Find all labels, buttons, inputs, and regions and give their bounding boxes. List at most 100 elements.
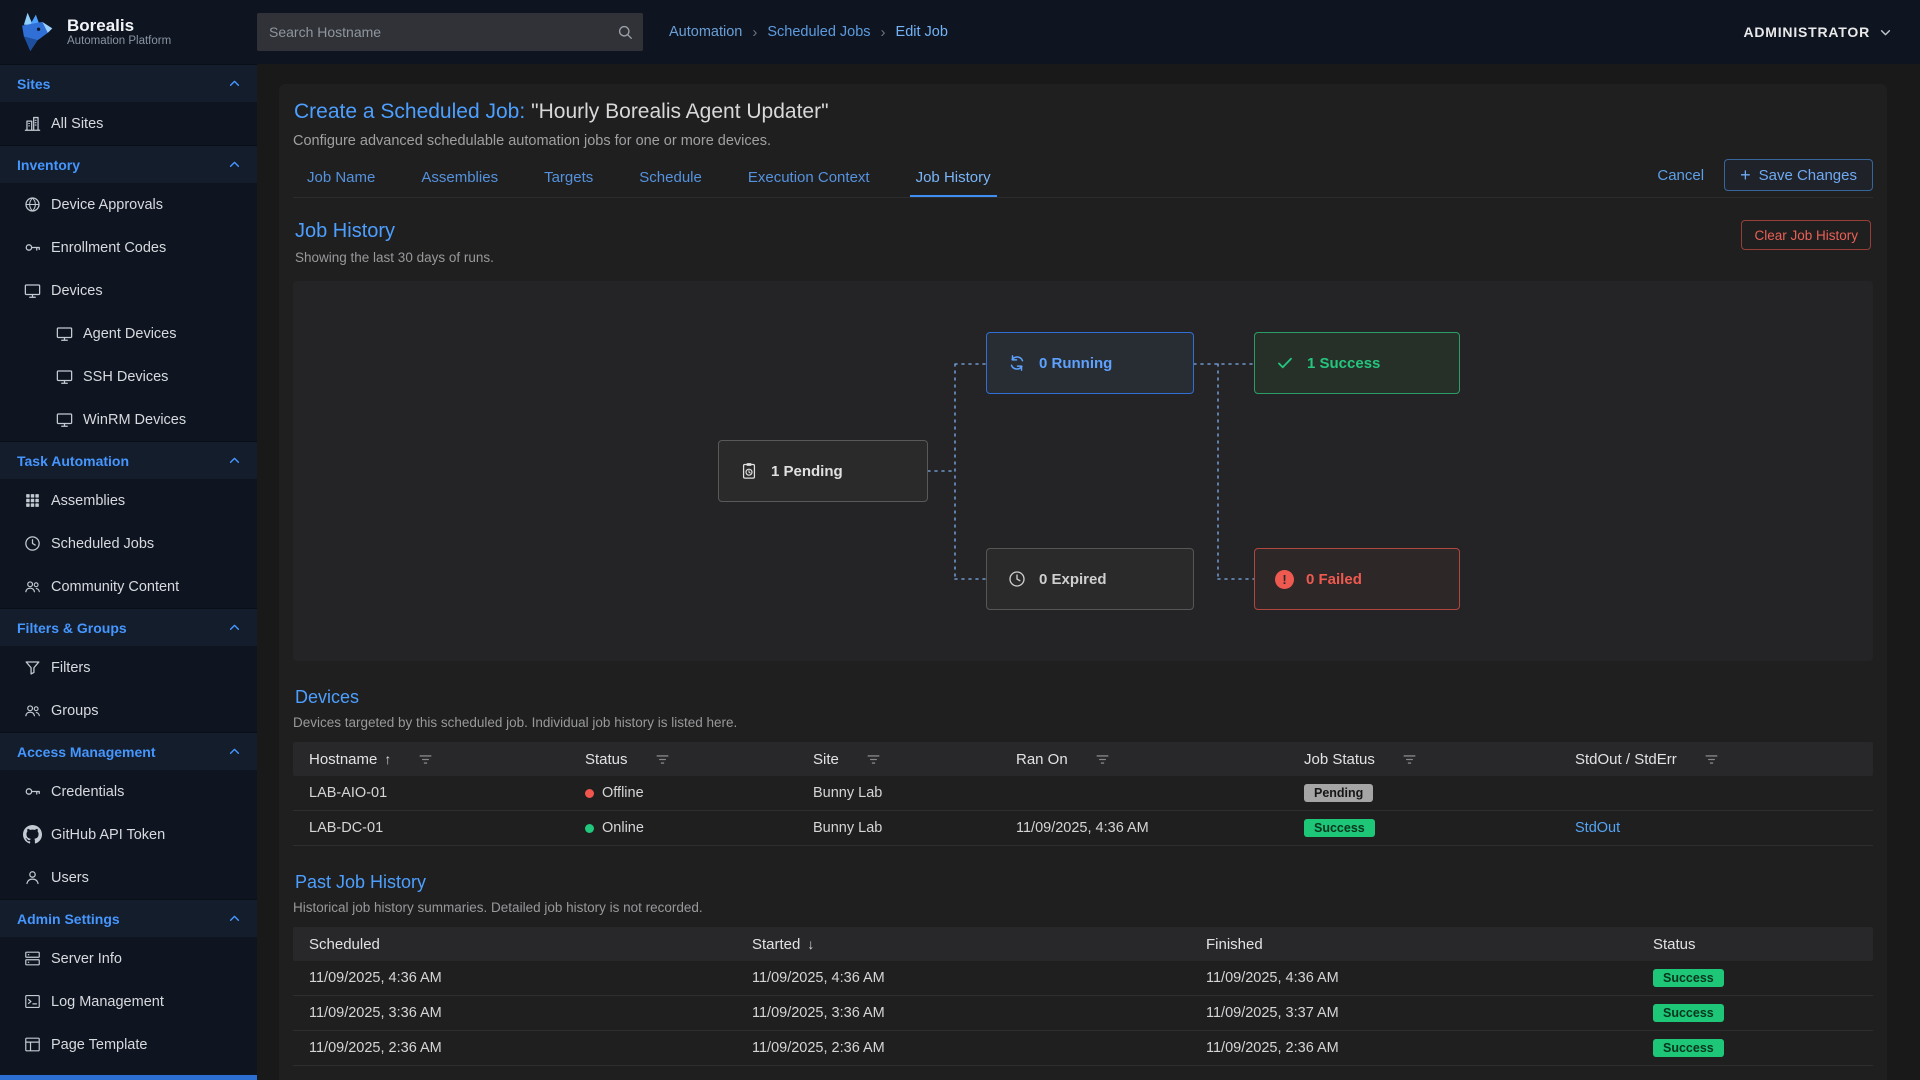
finished-cell: 11/09/2025, 3:37 AM bbox=[1190, 1005, 1637, 1021]
tab-job-name[interactable]: Job Name bbox=[301, 160, 381, 197]
flow-node-pending[interactable]: 1 Pending bbox=[718, 440, 928, 502]
clock-icon bbox=[1007, 569, 1027, 589]
globe-icon bbox=[23, 195, 42, 214]
sidebar-item-assemblies[interactable]: Assemblies bbox=[0, 479, 257, 522]
sidebar-item-enrollment-codes[interactable]: Enrollment Codes bbox=[0, 226, 257, 269]
device-row: LAB-AIO-01 Offline Bunny Lab Pending bbox=[293, 776, 1873, 811]
sidebar-item-devices[interactable]: Devices bbox=[0, 269, 257, 312]
sidebar-section-task-automation[interactable]: Task Automation bbox=[0, 441, 257, 479]
sidebar-item-all-sites[interactable]: All Sites bbox=[0, 102, 257, 145]
borealis-logo-icon bbox=[12, 10, 56, 54]
started-cell: 11/09/2025, 4:36 AM bbox=[736, 970, 1190, 986]
people-icon bbox=[23, 701, 42, 720]
sidebar-section-inventory[interactable]: Inventory bbox=[0, 145, 257, 183]
clear-job-history-button[interactable]: Clear Job History bbox=[1741, 220, 1871, 250]
sort-desc-icon[interactable]: ↓ bbox=[807, 936, 814, 952]
column-job-status[interactable]: Job Status bbox=[1288, 751, 1559, 768]
sidebar-item-log-management[interactable]: Log Management bbox=[0, 980, 257, 1023]
breadcrumb-automation[interactable]: Automation bbox=[669, 24, 742, 40]
sidebar-item-users[interactable]: Users bbox=[0, 856, 257, 899]
sidebar-item-github-api-token[interactable]: GitHub API Token bbox=[0, 813, 257, 856]
chevron-up-icon bbox=[226, 619, 243, 636]
devices-table-header: Hostname ↑ Status Site Ran On bbox=[293, 742, 1873, 776]
sidebar-section-filters-groups[interactable]: Filters & Groups bbox=[0, 608, 257, 646]
filter-list-icon[interactable] bbox=[1703, 751, 1720, 768]
filter-list-icon[interactable] bbox=[1401, 751, 1418, 768]
column-stdout-stderr[interactable]: StdOut / StdErr bbox=[1559, 751, 1873, 768]
chevron-separator-icon: › bbox=[881, 24, 886, 41]
sidebar-section-access-management[interactable]: Access Management bbox=[0, 732, 257, 770]
monitor-icon bbox=[55, 410, 74, 429]
status-cell: Success bbox=[1637, 1039, 1873, 1057]
ran-on-cell: 11/09/2025, 4:36 AM bbox=[1000, 820, 1288, 836]
sidebar-item-credentials[interactable]: Credentials bbox=[0, 770, 257, 813]
column-finished[interactable]: Finished bbox=[1190, 936, 1637, 953]
item-label: Server Info bbox=[51, 951, 122, 967]
tab-execution-context[interactable]: Execution Context bbox=[742, 160, 876, 197]
main-content: Create a Scheduled Job:"Hourly Borealis … bbox=[257, 64, 1920, 1080]
column-scheduled[interactable]: Scheduled bbox=[293, 936, 736, 953]
tab-assemblies[interactable]: Assemblies bbox=[415, 160, 504, 197]
sidebar-item-server-info[interactable]: Server Info bbox=[0, 937, 257, 980]
section-label: Access Management bbox=[17, 744, 156, 760]
tab-targets[interactable]: Targets bbox=[538, 160, 599, 197]
column-ran-on[interactable]: Ran On bbox=[1000, 751, 1288, 768]
save-changes-button[interactable]: + Save Changes bbox=[1724, 159, 1873, 191]
site-cell: Bunny Lab bbox=[797, 820, 1000, 836]
chevron-up-icon bbox=[226, 743, 243, 760]
tab-job-history[interactable]: Job History bbox=[910, 160, 997, 197]
filter-list-icon[interactable] bbox=[654, 751, 671, 768]
topbar: Borealis Automation Platform Automation … bbox=[0, 0, 1920, 64]
sidebar-item-agent-devices[interactable]: Agent Devices bbox=[0, 312, 257, 355]
flow-node-expired[interactable]: 0 Expired bbox=[986, 548, 1194, 610]
sidebar-section-sites[interactable]: Sites bbox=[0, 64, 257, 102]
item-label: Filters bbox=[51, 660, 90, 676]
stdout-link[interactable]: StdOut bbox=[1575, 820, 1620, 836]
sidebar-item-winrm-devices[interactable]: WinRM Devices bbox=[0, 398, 257, 441]
devices-description: Devices targeted by this scheduled job. … bbox=[293, 715, 1873, 730]
buildings-icon bbox=[23, 114, 42, 133]
flow-node-running[interactable]: 0 Running bbox=[986, 332, 1194, 394]
person-icon bbox=[23, 868, 42, 887]
flow-node-success[interactable]: 1 Success bbox=[1254, 332, 1460, 394]
tab-schedule[interactable]: Schedule bbox=[633, 160, 708, 197]
past-job-row: 11/09/2025, 3:36 AM 11/09/2025, 3:36 AM … bbox=[293, 996, 1873, 1031]
column-hostname[interactable]: Hostname ↑ bbox=[293, 751, 569, 768]
edit-job-panel: Create a Scheduled Job:"Hourly Borealis … bbox=[279, 84, 1887, 1080]
grid-icon bbox=[23, 491, 42, 510]
sidebar-item-ssh-devices[interactable]: SSH Devices bbox=[0, 355, 257, 398]
filter-list-icon[interactable] bbox=[1094, 751, 1111, 768]
template-icon bbox=[23, 1035, 42, 1054]
sidebar-item-scheduled-jobs[interactable]: Scheduled Jobs bbox=[0, 522, 257, 565]
sidebar-item-filters[interactable]: Filters bbox=[0, 646, 257, 689]
past-job-history-description: Historical job history summaries. Detail… bbox=[293, 900, 1873, 915]
filter-list-icon[interactable] bbox=[417, 751, 434, 768]
column-started[interactable]: Started ↓ bbox=[736, 936, 1190, 953]
column-status[interactable]: Status bbox=[569, 751, 797, 768]
breadcrumb-scheduled-jobs[interactable]: Scheduled Jobs bbox=[767, 24, 870, 40]
item-label: Assemblies bbox=[51, 493, 125, 509]
sidebar-section-admin-settings[interactable]: Admin Settings bbox=[0, 899, 257, 937]
column-status[interactable]: Status bbox=[1637, 936, 1873, 953]
sidebar-item-device-approvals[interactable]: Device Approvals bbox=[0, 183, 257, 226]
column-site[interactable]: Site bbox=[797, 751, 1000, 768]
search-input[interactable] bbox=[257, 13, 643, 51]
filter-list-icon[interactable] bbox=[865, 751, 882, 768]
item-label: Community Content bbox=[51, 579, 179, 595]
user-menu-label: ADMINISTRATOR bbox=[1743, 24, 1870, 40]
chevron-up-icon bbox=[226, 75, 243, 92]
status-cell: Online bbox=[569, 820, 797, 836]
chevron-up-icon bbox=[226, 910, 243, 927]
sidebar-item-community-content[interactable]: Community Content bbox=[0, 565, 257, 608]
breadcrumb-edit-job[interactable]: Edit Job bbox=[896, 24, 948, 40]
sort-asc-icon[interactable]: ↑ bbox=[384, 751, 391, 767]
flow-node-failed[interactable]: ! 0 Failed bbox=[1254, 548, 1460, 610]
user-menu[interactable]: ADMINISTRATOR bbox=[1743, 24, 1894, 41]
cancel-button[interactable]: Cancel bbox=[1657, 167, 1704, 184]
flow-node-label: 1 Success bbox=[1307, 355, 1380, 372]
item-label: Agent Devices bbox=[83, 326, 177, 342]
sidebar-item-groups[interactable]: Groups bbox=[0, 689, 257, 732]
section-label: Filters & Groups bbox=[17, 620, 127, 636]
sidebar-item-page-template[interactable]: Page Template bbox=[0, 1023, 257, 1066]
job-history-description: Showing the last 30 days of runs. bbox=[295, 250, 494, 265]
